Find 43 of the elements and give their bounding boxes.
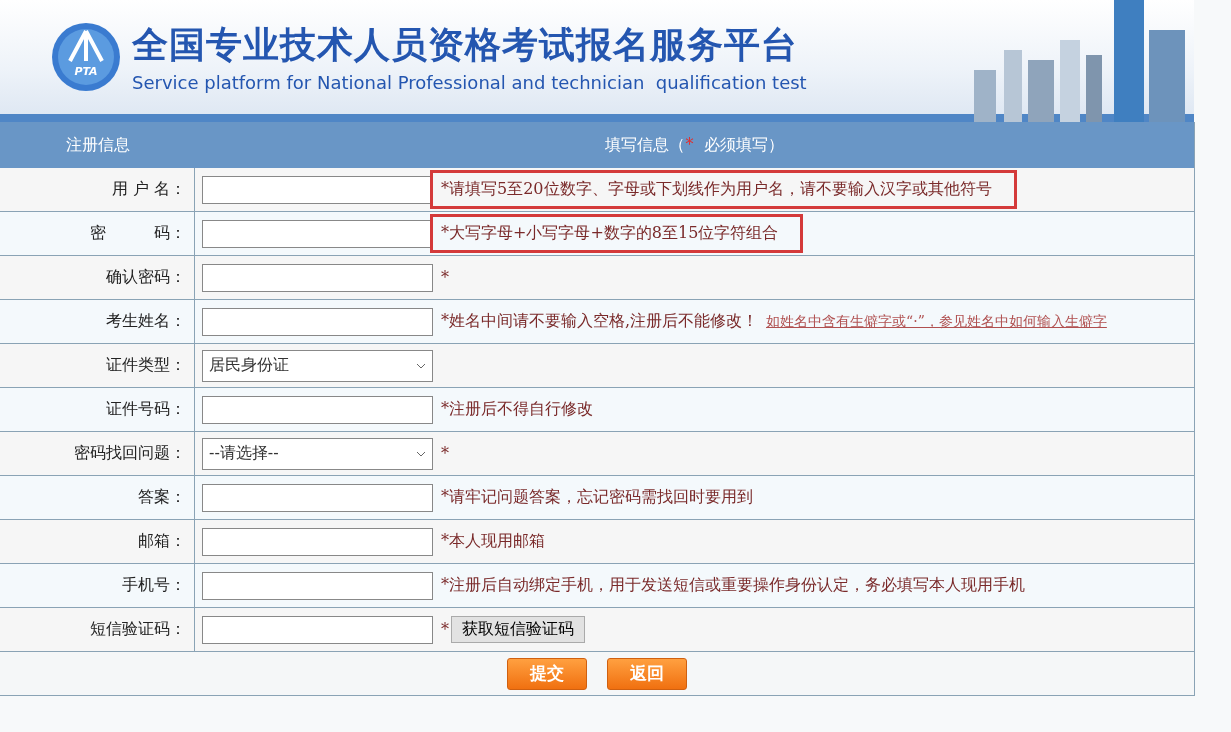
field-label: 答案： — [0, 476, 195, 519]
field-label: 证件号码： — [0, 388, 195, 431]
field-label: 短信验证码： — [0, 608, 195, 651]
hint-text: *姓名中间请不要输入空格,注册后不能修改！ — [441, 311, 759, 332]
help-link[interactable]: 如姓名中含有生僻字或“·”，参见姓名中如何输入生僻字 — [766, 312, 1107, 331]
logo-text: PTA — [74, 65, 98, 78]
field-label: 用 户 名： — [0, 168, 195, 211]
get-code-button[interactable]: 获取短信验证码 — [451, 616, 585, 643]
field-label: 密 码： — [0, 212, 195, 255]
hint-text: * — [441, 620, 449, 639]
field-label: 密码找回问题： — [0, 432, 195, 475]
hint-text: * — [441, 444, 449, 463]
dropdown-field[interactable]: 居民身份证 — [202, 349, 433, 382]
hint-text: *注册后自动绑定手机，用于发送短信或重要操作身份认定，务必填写本人现用手机 — [441, 575, 1025, 596]
input-field[interactable] — [202, 483, 433, 512]
site-title: 全国专业技术人员资格考试报名服务平台 — [132, 23, 799, 67]
input-field[interactable] — [202, 263, 433, 292]
hint-text: *注册后不得自行修改 — [441, 399, 593, 420]
column-header: 必须填写） — [702, 134, 784, 156]
dropdown-field[interactable]: --请选择-- — [202, 437, 433, 470]
input-field[interactable] — [202, 175, 433, 204]
hint-text: * — [441, 268, 449, 287]
input-field[interactable] — [202, 307, 433, 336]
hint-text: *本人现用邮箱 — [441, 531, 545, 552]
column-header: 填写信息（ — [605, 134, 686, 156]
input-field[interactable] — [202, 615, 433, 644]
site-subtitle: Service platform for National Professional and technician qualification test — [132, 72, 807, 93]
hint-text: *请牢记问题答案，忘记密码需找回时要用到 — [441, 487, 753, 508]
field-label: 手机号： — [0, 564, 195, 607]
input-field[interactable] — [202, 395, 433, 424]
field-label: 邮箱： — [0, 520, 195, 563]
hint-text: *大写字母+小写字母+数字的8至15位字符组合 — [441, 223, 779, 244]
input-field[interactable] — [202, 219, 433, 248]
field-label: 考生姓名： — [0, 300, 195, 343]
hint-text: *请填写5至20位数字、字母或下划线作为用户名，请不要输入汉字或其他符号 — [441, 179, 992, 200]
chevron-icon — [416, 450, 426, 457]
required-mark: * — [685, 134, 694, 156]
input-field[interactable] — [202, 527, 433, 556]
field-label: 证件类型： — [0, 344, 195, 387]
field-label: 确认密码： — [0, 256, 195, 299]
column-header: 注册信息 — [64, 134, 131, 156]
chevron-icon — [416, 362, 426, 369]
input-field[interactable] — [202, 571, 433, 600]
